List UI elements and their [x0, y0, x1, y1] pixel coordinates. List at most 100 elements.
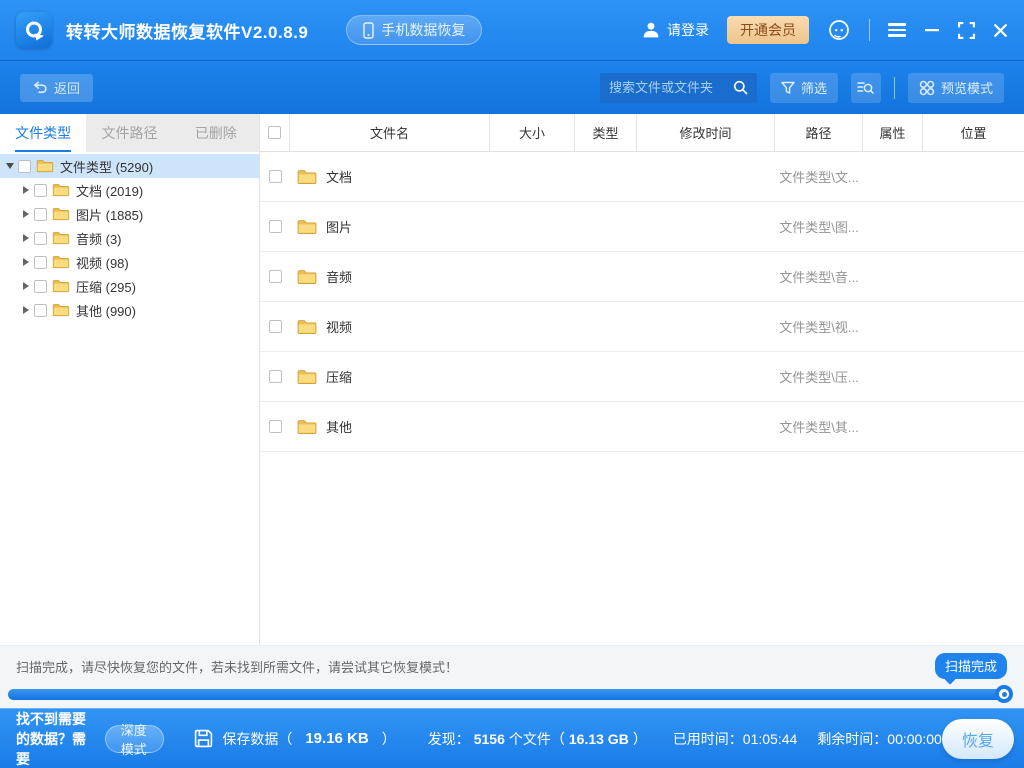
file-name-cell: 其他: [290, 417, 490, 436]
folder-icon: [297, 319, 317, 335]
file-type-tree: 文件类型 (5290) 文档 (2019) 图片 (1885) 音频 (3): [0, 152, 259, 645]
path-cell: 文件类型\音...: [775, 267, 863, 286]
scan-message: 扫描完成，请尽快恢复您的文件，若未找到所需文件，请尝试其它恢复模式！: [16, 657, 458, 676]
tree-item-documents[interactable]: 文档 (2019): [0, 178, 259, 202]
caret-right-icon[interactable]: [23, 234, 29, 242]
row-checkbox[interactable]: [269, 370, 282, 383]
file-name-cell: 压缩: [290, 367, 490, 386]
bottom-bar: 找不到需要的数据？需要 深度模式 保存数据（19.16 KB） 发现：5156个…: [0, 708, 1024, 768]
search-input[interactable]: [609, 80, 733, 95]
folder-icon: [52, 303, 70, 317]
select-all-checkbox-cell: [260, 114, 290, 151]
path-cell: 文件类型\文...: [775, 167, 863, 186]
maximize-button[interactable]: [958, 22, 975, 39]
folder-icon: [297, 419, 317, 435]
tree-item-archive[interactable]: 压缩 (295): [0, 274, 259, 298]
caret-right-icon[interactable]: [23, 258, 29, 266]
close-button[interactable]: [993, 23, 1008, 38]
save-icon: [194, 729, 213, 748]
path-cell: 文件类型\视...: [775, 317, 863, 336]
column-header-mtime[interactable]: 修改时间: [637, 114, 775, 151]
toolbar: 返回 筛选: [0, 60, 1024, 114]
elapsed-time: 已用时间：01:05:44: [673, 729, 798, 749]
tab-file-type[interactable]: 文件类型: [0, 114, 86, 152]
title-bar: 转转大师数据恢复软件V2.0.8.9 手机数据恢复 请登录 开通会员: [0, 0, 1024, 60]
folder-icon: [297, 219, 317, 235]
user-icon: [642, 21, 660, 39]
back-arrow-icon: [33, 81, 48, 94]
row-checkbox[interactable]: [269, 270, 282, 283]
customer-service-icon[interactable]: [827, 18, 851, 42]
tree-item-checkbox[interactable]: [34, 184, 47, 197]
caret-right-icon[interactable]: [23, 210, 29, 218]
tab-file-path[interactable]: 文件路径: [86, 114, 172, 152]
path-cell: 文件类型\其...: [775, 417, 863, 436]
file-table: 文件名 大小 类型 修改时间 路径 属性 位置 文档 文件类型\文... 图片: [260, 114, 1024, 645]
search-icon[interactable]: [733, 80, 748, 95]
folder-icon: [52, 183, 70, 197]
table-row[interactable]: 文档 文件类型\文...: [260, 152, 1024, 202]
table-header: 文件名 大小 类型 修改时间 路径 属性 位置: [260, 114, 1024, 152]
recover-button[interactable]: 恢复: [942, 719, 1014, 759]
column-header-type[interactable]: 类型: [575, 114, 637, 151]
folder-icon: [52, 255, 70, 269]
progress-knob[interactable]: [995, 685, 1013, 703]
tree-item-checkbox[interactable]: [34, 304, 47, 317]
tree-item-audio[interactable]: 音频 (3): [0, 226, 259, 250]
back-button[interactable]: 返回: [20, 74, 93, 102]
tree-item-video[interactable]: 视频 (98): [0, 250, 259, 274]
column-header-filename[interactable]: 文件名: [290, 114, 490, 151]
preview-grid-icon: [919, 80, 935, 96]
open-vip-button[interactable]: 开通会员: [727, 16, 809, 44]
tree-item-checkbox[interactable]: [34, 232, 47, 245]
row-checkbox[interactable]: [269, 420, 282, 433]
folder-icon: [52, 231, 70, 245]
column-header-attr[interactable]: 属性: [863, 114, 923, 151]
column-header-path[interactable]: 路径: [775, 114, 863, 151]
tree-item-checkbox[interactable]: [34, 208, 47, 221]
deep-mode-button[interactable]: 深度模式: [105, 725, 165, 753]
row-checkbox[interactable]: [269, 320, 282, 333]
login-button[interactable]: 请登录: [642, 20, 709, 40]
minimize-button[interactable]: [924, 22, 940, 38]
tree-root-checkbox[interactable]: [18, 160, 31, 173]
filter-button[interactable]: 筛选: [770, 73, 838, 103]
login-label: 请登录: [667, 20, 709, 40]
menu-button[interactable]: [888, 23, 906, 37]
tree-item-other[interactable]: 其他 (990): [0, 298, 259, 322]
tree-item-pictures[interactable]: 图片 (1885): [0, 202, 259, 226]
toolbar-divider: [894, 77, 895, 99]
column-header-size[interactable]: 大小: [490, 114, 575, 151]
funnel-icon: [781, 81, 795, 95]
sidebar-tabs: 文件类型 文件路径 已删除: [0, 114, 259, 152]
tab-deleted[interactable]: 已删除: [173, 114, 259, 152]
row-checkbox[interactable]: [269, 220, 282, 233]
caret-right-icon[interactable]: [23, 306, 29, 314]
titlebar-divider: [869, 19, 870, 41]
folder-icon: [36, 159, 54, 173]
folder-icon: [52, 207, 70, 221]
file-name-cell: 音频: [290, 267, 490, 286]
table-row[interactable]: 其他 文件类型\其...: [260, 402, 1024, 452]
table-row[interactable]: 图片 文件类型\图...: [260, 202, 1024, 252]
scan-status-bar: 扫描完成，请尽快恢复您的文件，若未找到所需文件，请尝试其它恢复模式！ 扫描完成: [0, 645, 1024, 708]
select-all-checkbox[interactable]: [268, 126, 281, 139]
table-row[interactable]: 压缩 文件类型\压...: [260, 352, 1024, 402]
table-row[interactable]: 视频 文件类型\视...: [260, 302, 1024, 352]
phone-data-recovery-button[interactable]: 手机数据恢复: [346, 15, 482, 45]
caret-right-icon[interactable]: [23, 282, 29, 290]
tree-root-file-type[interactable]: 文件类型 (5290): [0, 154, 259, 178]
preview-mode-button[interactable]: 预览模式: [908, 73, 1004, 103]
column-header-location[interactable]: 位置: [923, 114, 1024, 151]
tree-item-checkbox[interactable]: [34, 280, 47, 293]
deep-mode-prompt: 找不到需要的数据？需要: [16, 709, 98, 768]
save-data-group[interactable]: 保存数据（19.16 KB）: [194, 729, 395, 749]
file-name-cell: 视频: [290, 317, 490, 336]
search-box[interactable]: [600, 73, 757, 103]
row-checkbox[interactable]: [269, 170, 282, 183]
table-row[interactable]: 音频 文件类型\音...: [260, 252, 1024, 302]
caret-down-icon[interactable]: [6, 163, 14, 169]
tree-item-checkbox[interactable]: [34, 256, 47, 269]
caret-right-icon[interactable]: [23, 186, 29, 194]
advanced-search-button[interactable]: [851, 73, 881, 103]
